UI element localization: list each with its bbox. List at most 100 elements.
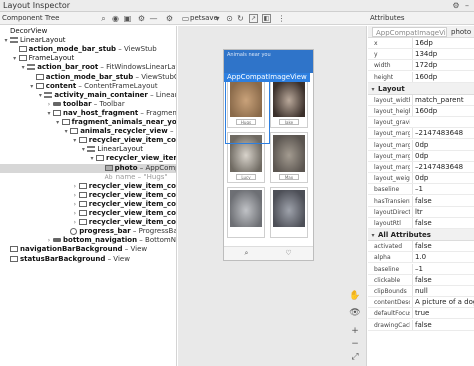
fit-screen-icon[interactable]: ⤢: [348, 351, 362, 363]
attribute-row[interactable]: layout_marginTop0dp: [368, 139, 474, 151]
attribute-row[interactable]: hasTransientStatefalse: [368, 195, 474, 207]
device-dropdown-icon[interactable]: ▾: [213, 14, 222, 23]
attribute-value[interactable]: 0dp: [412, 150, 474, 161]
more-menu-icon[interactable]: —: [149, 14, 158, 23]
collapse-arrow-icon[interactable]: ›: [45, 236, 53, 245]
tree-row[interactable]: Ab name – "Hugs": [0, 173, 176, 182]
settings-icon[interactable]: ⚙: [452, 2, 460, 10]
expand-arrow-icon[interactable]: ▾: [19, 63, 27, 72]
collapse-arrow-icon[interactable]: ›: [71, 218, 79, 227]
view-icon[interactable]: 👁: [348, 307, 362, 319]
tree-row[interactable]: ▾ LinearLayout: [0, 36, 176, 45]
attribute-row[interactable]: baseline –1: [368, 263, 474, 275]
tree-row[interactable]: ▾recycler_view_item – Card…: [0, 154, 176, 163]
pet-card[interactable]: Max: [270, 132, 308, 183]
show-hidden-icon[interactable]: ▣: [123, 14, 132, 23]
tree-row[interactable]: ▾ LinearLayout: [0, 145, 176, 154]
tree-row[interactable]: photo – AppCompatI…: [0, 163, 176, 173]
tree-row[interactable]: › recycler_view_item_container: [0, 182, 176, 191]
expand-arrow-icon[interactable]: ▾: [36, 91, 44, 100]
search-icon[interactable]: ⌕: [99, 14, 108, 23]
tree-row[interactable]: › recycler_view_item_container: [0, 218, 176, 227]
tree-row[interactable]: › toolbar – Toolbar: [0, 100, 176, 109]
expand-arrow-icon[interactable]: ▾: [88, 154, 96, 163]
collapse-arrow-icon[interactable]: ›: [71, 191, 79, 200]
tree-row[interactable]: ▾ FrameLayout: [0, 54, 176, 63]
attribute-value[interactable]: false: [412, 274, 474, 285]
expand-arrow-icon[interactable]: ▾: [71, 136, 79, 145]
attribute-row[interactable]: defaultFocusHighlighttrue: [368, 308, 474, 320]
collapse-arrow-icon[interactable]: ›: [45, 100, 53, 109]
attribute-value[interactable]: 160dp: [412, 71, 474, 82]
collapse-arrow-icon[interactable]: ›: [71, 200, 79, 209]
tree-row[interactable]: › bottom_navigation – BottomNavigatio…: [0, 236, 176, 245]
attribute-value[interactable]: match_parent: [412, 94, 474, 105]
attribute-row[interactable]: x 16dp: [368, 38, 474, 49]
attribute-value[interactable]: false: [412, 319, 474, 330]
attribute-value[interactable]: –2147483648: [412, 128, 474, 139]
tree-row[interactable]: navigationBarBackground – View: [0, 245, 176, 254]
tree-row[interactable]: ▾ fragment_animals_near_you_cont…: [0, 118, 176, 127]
nav-search-icon[interactable]: ⌕: [242, 249, 251, 258]
refresh-icon[interactable]: ↻: [236, 14, 245, 23]
tree-row[interactable]: ▾ action_bar_root – FitWindowsLinearLayou…: [0, 63, 176, 72]
attribute-value[interactable]: false: [412, 218, 474, 228]
expand-arrow-icon[interactable]: ▾: [11, 54, 19, 63]
tree-row[interactable]: ▾ recycler_view_item_container: [0, 136, 176, 145]
attribute-value[interactable]: –1: [412, 184, 474, 195]
tree-row[interactable]: ▾ content – ContentFrameLayout: [0, 82, 176, 91]
expand-arrow-icon[interactable]: ▾: [54, 118, 62, 127]
attribute-value[interactable]: 0dp: [412, 139, 474, 150]
component-tree[interactable]: DecorView ▾ LinearLayout action_mode_bar_st…: [0, 26, 177, 366]
attribute-value[interactable]: –2147483648: [412, 162, 474, 172]
tree-row[interactable]: ▾ nav_host_fragment – FragmentContai…: [0, 109, 176, 118]
expand-arrow-icon[interactable]: ▾: [45, 109, 53, 118]
snapshot-icon[interactable]: ◧: [262, 14, 271, 23]
pet-card[interactable]: Jake: [270, 77, 308, 128]
attribute-row[interactable]: layout_margin–2147483648: [368, 128, 474, 140]
attribute-row[interactable]: layoutRtl false: [368, 218, 474, 229]
attribute-value[interactable]: 16dp: [412, 38, 474, 48]
attribute-value[interactable]: ltr: [412, 206, 474, 217]
collapse-arrow-icon[interactable]: ›: [71, 182, 79, 191]
tree-row[interactable]: action_mode_bar_stub – ViewStubCompat: [0, 73, 176, 82]
zoom-in-icon[interactable]: +: [348, 325, 362, 337]
attribute-value[interactable]: A picture of a dog: [412, 297, 474, 308]
attributes-panel[interactable]: AppCompatImageView photo x16dpy134dpwidt…: [368, 26, 474, 366]
attribute-row[interactable]: baseline –1: [368, 184, 474, 196]
expand-arrow-icon[interactable]: ▾: [2, 36, 10, 45]
tree-row[interactable]: › recycler_view_item_container: [0, 200, 176, 209]
zoom-out-icon[interactable]: −: [348, 338, 362, 350]
tree-row[interactable]: statusBarBackground – View: [0, 255, 176, 264]
view-options-icon[interactable]: ⋮: [277, 14, 286, 23]
attribute-row[interactable]: layout_width match_parent: [368, 94, 474, 106]
bottom-navigation[interactable]: ⌕ ♡: [224, 246, 313, 260]
attribute-value[interactable]: 0dp: [412, 173, 474, 184]
collapse-arrow-icon[interactable]: ›: [71, 209, 79, 218]
attribute-row[interactable]: layout_height160dp: [368, 106, 474, 117]
pet-card[interactable]: [270, 187, 308, 238]
expand-arrow-icon[interactable]: ▾: [28, 82, 36, 91]
attribute-value[interactable]: –1: [412, 263, 474, 274]
attribute-section-header[interactable]: ▾ Layout: [368, 82, 474, 95]
attribute-row[interactable]: layout_weight0dp: [368, 173, 474, 185]
attribute-row[interactable]: layout_marginStart–2147483648: [368, 162, 474, 173]
minimize-icon[interactable]: –: [463, 2, 471, 10]
tree-row[interactable]: › recycler_view_item_container: [0, 191, 176, 200]
pan-icon[interactable]: ✋: [348, 290, 362, 302]
device-icon[interactable]: ▭: [181, 14, 190, 23]
tree-row[interactable]: DecorView: [0, 27, 176, 36]
attribute-row[interactable]: drawingCacheQualityfalse: [368, 319, 474, 331]
attribute-value[interactable]: 1.0: [412, 252, 474, 263]
attribute-row[interactable]: alpha 1.0: [368, 252, 474, 264]
layout-preview[interactable]: Animals near you Hugs Jake Lucy Max ⌕ ♡ App…: [178, 26, 367, 366]
attribute-value[interactable]: 134dp: [412, 49, 474, 60]
tree-row[interactable]: progress_bar – ProgressBar: [0, 227, 176, 236]
attribute-row[interactable]: layout_marginBottom0dp: [368, 150, 474, 162]
gear-icon[interactable]: ⚙: [137, 14, 146, 23]
expand-arrow-icon[interactable]: ▾: [79, 145, 87, 154]
attribute-row[interactable]: activated false: [368, 241, 474, 253]
attribute-value[interactable]: null: [412, 286, 474, 296]
tree-row[interactable]: › recycler_view_item_container: [0, 209, 176, 218]
attribute-row[interactable]: height 160dp: [368, 71, 474, 83]
